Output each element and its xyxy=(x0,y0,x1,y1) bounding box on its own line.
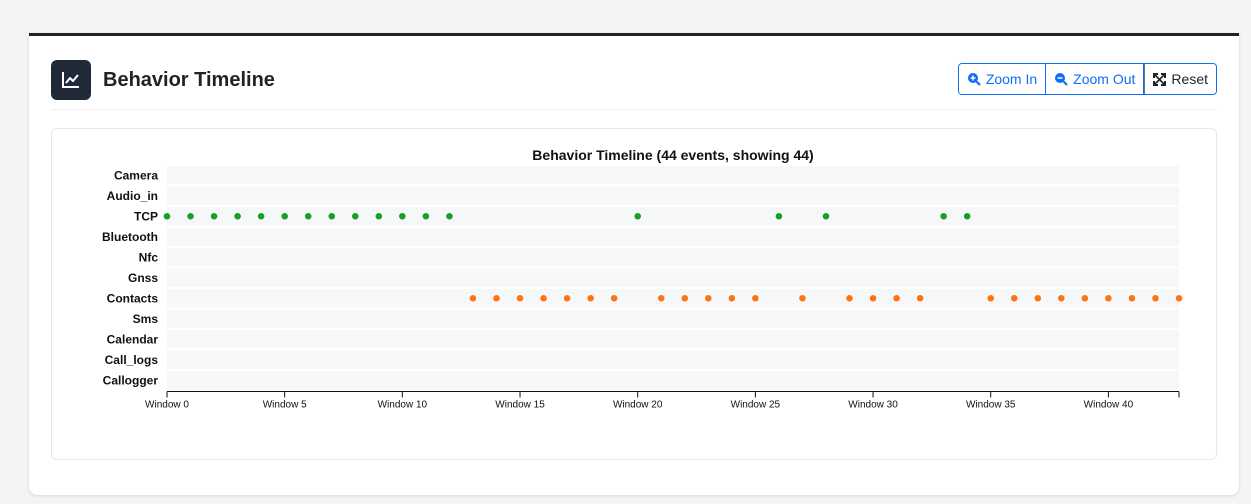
zoom-out-icon xyxy=(1055,73,1068,86)
timeline-chart: Behavior Timeline (44 events, showing 44… xyxy=(102,147,1183,411)
contacts-event-point xyxy=(539,294,548,303)
tcp-event-point xyxy=(445,212,454,221)
tcp-event-point xyxy=(398,212,407,221)
contacts-event-point xyxy=(1080,294,1089,303)
contacts-event-point xyxy=(798,294,807,303)
lane-label: Callogger xyxy=(103,373,159,387)
tcp-event-point xyxy=(421,212,430,221)
zoom-controls: Zoom In Zoom Out Reset xyxy=(957,63,1217,95)
zoom-in-icon xyxy=(967,73,981,86)
tcp-event-point xyxy=(304,212,313,221)
lane-label: Calendar xyxy=(107,332,159,346)
zoom-in-button[interactable]: Zoom In xyxy=(958,64,1047,94)
header-divider xyxy=(51,109,1217,110)
tcp-event-point xyxy=(163,212,171,221)
reset-label: Reset xyxy=(1171,71,1208,87)
lane-band xyxy=(167,309,1179,328)
lane-band xyxy=(167,207,1179,226)
lane-band xyxy=(167,289,1179,308)
contacts-event-point xyxy=(892,294,901,303)
lane-label: Call_logs xyxy=(105,353,159,367)
contacts-event-point xyxy=(610,294,619,303)
lane-label: Audio_in xyxy=(107,189,158,203)
tcp-event-point xyxy=(775,212,783,221)
zoom-out-label: Zoom Out xyxy=(1073,71,1136,87)
tcp-event-point xyxy=(963,212,972,221)
lane-label: Camera xyxy=(114,168,158,182)
x-tick-label: Window 35 xyxy=(966,400,1016,411)
lane-band xyxy=(167,350,1179,369)
contacts-event-point xyxy=(916,294,925,303)
contacts-event-point xyxy=(869,294,877,303)
lane-label: Sms xyxy=(133,312,159,326)
tcp-event-point xyxy=(210,212,218,221)
tcp-event-point xyxy=(233,212,242,221)
contacts-event-point xyxy=(1104,294,1113,303)
x-tick-label: Window 5 xyxy=(263,400,307,411)
x-tick-label: Window 20 xyxy=(613,400,663,411)
lane-band xyxy=(167,371,1179,390)
contacts-event-point xyxy=(751,294,760,303)
card-header: Behavior Timeline Zoom In Zoom Out Reset xyxy=(51,58,1217,102)
lane-band xyxy=(167,227,1179,246)
contacts-event-point xyxy=(1175,294,1183,303)
tcp-event-point xyxy=(257,212,266,221)
line-chart-icon xyxy=(51,60,91,100)
zoom-out-button[interactable]: Zoom Out xyxy=(1046,64,1145,94)
contacts-event-point xyxy=(657,294,666,303)
page-title: Behavior Timeline xyxy=(103,68,275,91)
contacts-event-point xyxy=(727,294,736,303)
x-tick-label: Window 30 xyxy=(848,400,898,411)
contacts-event-point xyxy=(845,294,854,303)
x-tick-label: Window 40 xyxy=(1084,400,1134,411)
behavior-timeline-card: Behavior Timeline Zoom In Zoom Out Reset… xyxy=(29,33,1239,495)
lane-band xyxy=(167,248,1179,267)
expand-icon xyxy=(1153,72,1167,86)
reset-button[interactable]: Reset xyxy=(1144,64,1216,94)
contacts-event-point xyxy=(492,294,501,303)
tcp-event-point xyxy=(939,212,948,221)
lane-label: Bluetooth xyxy=(102,230,158,244)
contacts-event-point xyxy=(469,294,477,303)
lane-band xyxy=(167,330,1179,349)
contacts-event-point xyxy=(516,294,524,303)
contacts-event-point xyxy=(1057,294,1066,303)
lane-band xyxy=(167,166,1179,185)
contacts-event-point xyxy=(1033,294,1042,303)
lane-band xyxy=(167,186,1179,205)
tcp-event-point xyxy=(351,212,360,221)
tcp-event-point xyxy=(186,212,195,221)
contacts-event-point xyxy=(1128,294,1136,303)
contacts-event-point xyxy=(704,294,713,303)
contacts-event-point xyxy=(586,294,595,303)
contacts-event-point xyxy=(680,294,689,303)
contacts-event-point xyxy=(1151,294,1160,303)
contacts-event-point xyxy=(1010,294,1019,303)
chart-panel: Behavior Timeline (44 events, showing 44… xyxy=(51,128,1217,460)
tcp-event-point xyxy=(280,212,289,221)
zoom-in-label: Zoom In xyxy=(985,71,1038,87)
lane-label: Gnss xyxy=(128,271,158,285)
lane-band xyxy=(167,268,1179,287)
contacts-event-point xyxy=(563,294,571,303)
contacts-event-point xyxy=(986,294,995,303)
x-tick-label: Window 0 xyxy=(145,400,189,411)
x-tick-label: Window 10 xyxy=(378,400,428,411)
lane-label: TCP xyxy=(134,209,158,223)
tcp-event-point xyxy=(822,212,830,221)
lane-label: Nfc xyxy=(139,250,159,264)
x-tick-label: Window 25 xyxy=(731,400,781,411)
tcp-event-point xyxy=(327,212,336,221)
tcp-event-point xyxy=(633,212,642,221)
lane-label: Contacts xyxy=(107,291,159,305)
tcp-event-point xyxy=(374,212,383,221)
chart-title: Behavior Timeline (44 events, showing 44… xyxy=(532,147,813,163)
x-tick-label: Window 15 xyxy=(495,400,545,411)
